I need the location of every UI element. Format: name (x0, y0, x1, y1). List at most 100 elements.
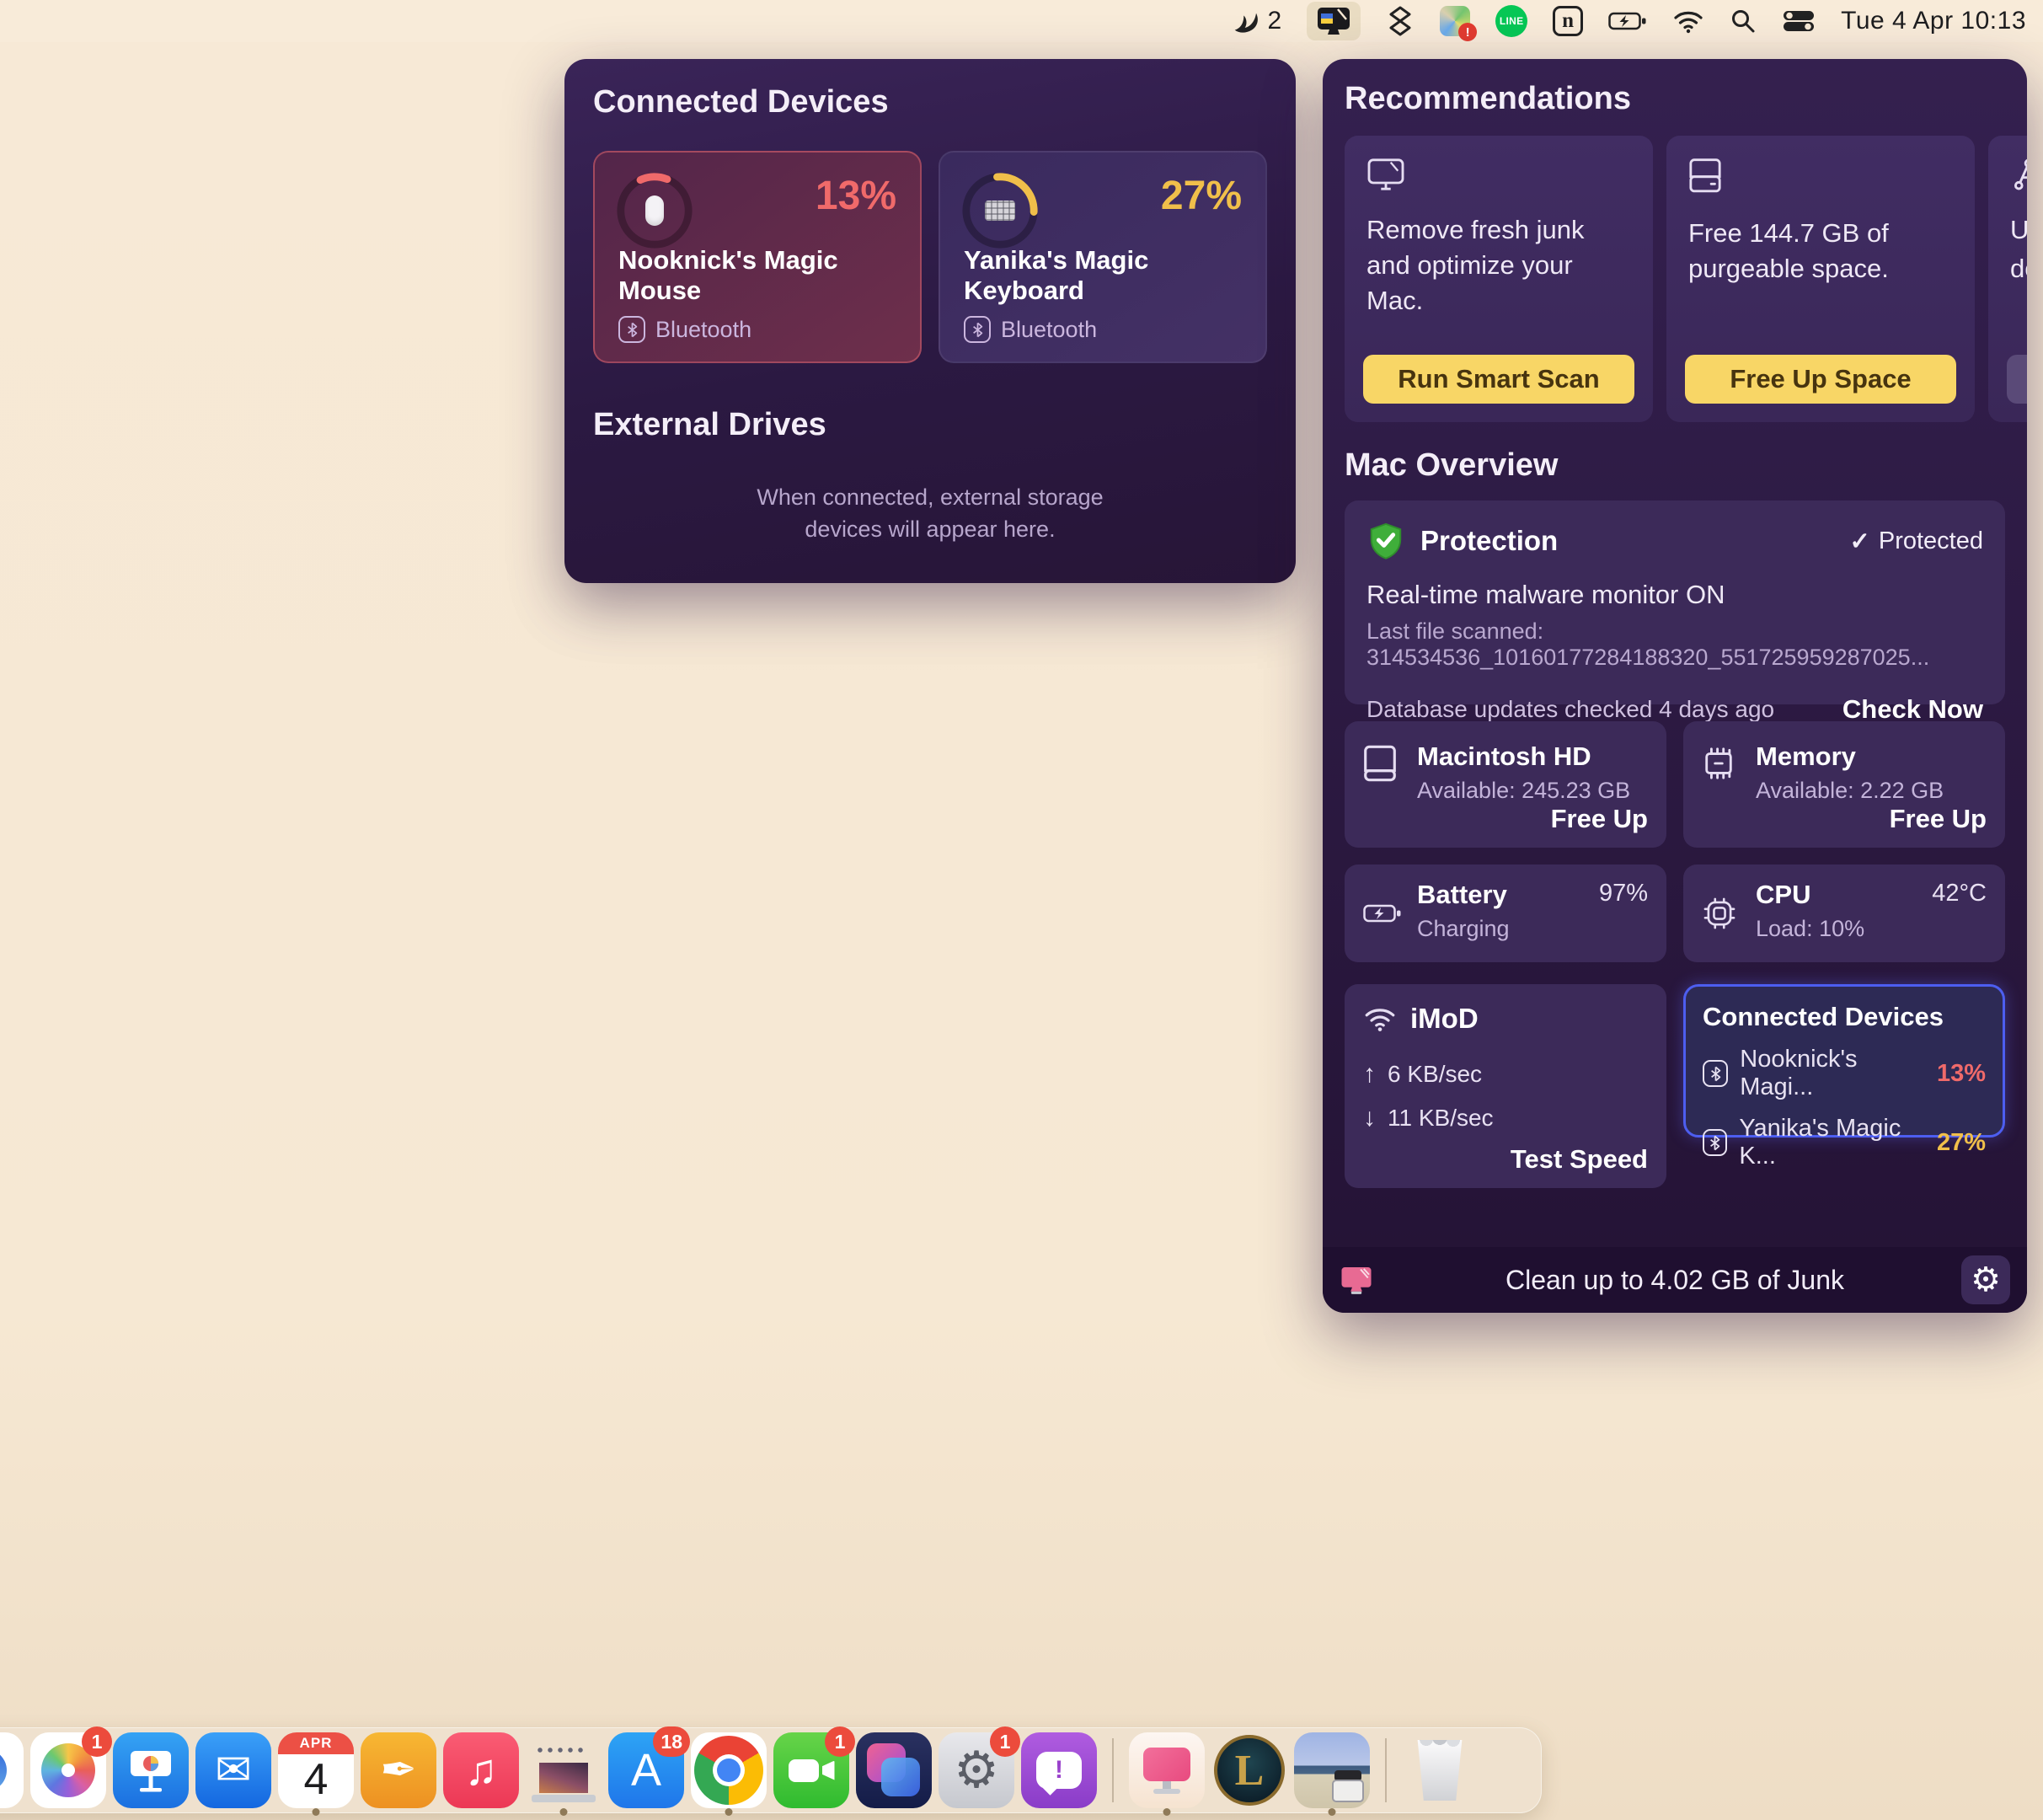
test-speed-button[interactable]: Test Speed (1511, 1144, 1648, 1175)
maps-menu-extra[interactable]: ! (1440, 6, 1470, 36)
device-card-keyboard[interactable]: 27% Yanika's Magic Keyboard Bluetooth (939, 151, 1267, 363)
device-card-mouse[interactable]: 13% Nooknick's Magic Mouse Bluetooth (593, 151, 922, 363)
notification-badge: 1 (82, 1726, 112, 1757)
bluetooth-icon (964, 316, 991, 343)
dock-item-preview[interactable] (1294, 1732, 1370, 1808)
cleanmymac-menu-extra[interactable] (1307, 2, 1361, 40)
rec-card-text-line: Uni (2010, 212, 2027, 248)
tile-subtitle: Available: 2.22 GB (1756, 778, 1987, 804)
menu-bar: 2 ! LINE n (0, 0, 2043, 42)
dock-item-facetime[interactable]: 1 (773, 1732, 849, 1808)
battery-charging-icon (1363, 902, 1402, 925)
dock-item-shortcuts[interactable] (856, 1732, 932, 1808)
memory-chip-icon (1702, 745, 1735, 782)
dock-item-system-settings[interactable]: ⚙ 1 (939, 1732, 1014, 1808)
dock-item-mail[interactable]: ✉ (195, 1732, 271, 1808)
cpu-tile[interactable]: CPU Load: 10% 42°C (1683, 864, 2005, 962)
dock-item-cleanmymac[interactable] (1129, 1732, 1205, 1808)
dock-item-tips[interactable]: ! (1021, 1732, 1097, 1808)
junk-summary[interactable]: Clean up to 4.02 GB of Junk (1323, 1265, 2027, 1296)
dock-item-pages[interactable]: ✒ (361, 1732, 436, 1808)
protection-card: Protection ✓ Protected Real-time malware… (1345, 500, 2005, 704)
trash-full-icon (1415, 1740, 1465, 1801)
battery-menu-item[interactable] (1608, 10, 1647, 32)
tile-title: Connected Devices (1703, 1002, 1986, 1032)
notification-badge: 1 (990, 1726, 1020, 1757)
notion-icon: n (1553, 6, 1583, 36)
menu-clock[interactable]: Tue 4 Apr 10:13 (1841, 7, 2026, 35)
dock-item-photos[interactable]: 1 (30, 1732, 106, 1808)
music-note-glyph: ♫ (465, 1745, 498, 1796)
bluetooth-icon (1703, 1060, 1728, 1087)
dock-item-chrome[interactable] (691, 1732, 767, 1808)
external-drives-title: External Drives (593, 407, 1267, 443)
rec-card-smart-scan: Remove fresh junk and optimize your Mac.… (1345, 136, 1653, 422)
connected-devices-panel: Connected Devices 13% Nooknick's Magic M… (564, 59, 1296, 583)
dock-item-calendar[interactable]: APR 4 (278, 1732, 354, 1808)
tile-subtitle: Available: 245.23 GB (1417, 778, 1648, 804)
protection-header: Protection ✓ Protected (1366, 521, 1983, 561)
chrome-icon (691, 1732, 767, 1808)
ink-jar-glyph (1332, 1770, 1364, 1802)
envelope-glyph: ✉ (215, 1745, 252, 1796)
line-menu-extra[interactable]: LINE (1495, 5, 1527, 37)
free-up-disk-button[interactable]: Free Up (1551, 804, 1648, 834)
run-smart-scan-button[interactable]: Run Smart Scan (1363, 355, 1634, 404)
macintosh-hd-tile[interactable]: Macintosh HD Available: 245.23 GB Free U… (1345, 721, 1666, 848)
dock-item-leaf-app[interactable] (0, 1732, 24, 1808)
wifi-menu-item[interactable] (1672, 8, 1704, 34)
dock-item-trash[interactable] (1402, 1732, 1478, 1808)
device-row: Yanika's Magic K... 27% (1703, 1115, 1986, 1170)
rec-card-text: Free 144.7 GB of purgeable space. (1688, 216, 1953, 286)
dock-item-image-capture[interactable] (526, 1732, 602, 1808)
check-now-button[interactable]: Check Now (1842, 694, 1983, 725)
connected-devices-tile-highlighted[interactable]: Connected Devices Nooknick's Magi... 13% (1683, 984, 2005, 1138)
battery-tile[interactable]: Battery Charging 97% (1345, 864, 1666, 962)
tile-subtitle: Charging (1417, 916, 1648, 942)
hard-drive-icon (1363, 745, 1397, 782)
bird-count: 2 (1267, 7, 1281, 35)
external-drives-empty-text: When connected, external storage devices… (749, 482, 1111, 546)
device-name: Yanika's Magic Keyboard (964, 245, 1265, 306)
cleanmymac-icon (1129, 1732, 1205, 1808)
control-center-menu-item[interactable] (1782, 9, 1816, 33)
dock-item-music[interactable]: ♫ (443, 1732, 519, 1808)
magic-mouse-icon (645, 195, 664, 226)
battery-charging-icon (1608, 10, 1647, 32)
bluetooth-icon (618, 316, 645, 343)
settings-gear-button[interactable]: ⚙ (1961, 1255, 2010, 1304)
running-indicator (1163, 1808, 1171, 1816)
memory-tile[interactable]: Memory Available: 2.22 GB Free Up (1683, 721, 2005, 848)
free-up-space-button[interactable]: Free Up Space (1685, 355, 1956, 404)
protection-status: ✓ Protected (1850, 527, 1983, 556)
notion-menu-extra[interactable]: n (1553, 6, 1583, 36)
network-tile[interactable]: iMoD ↑ 6 KB/sec ↓ 11 KB/sec Test Speed (1345, 984, 1666, 1188)
database-row: Database updates checked 4 days ago Chec… (1366, 694, 1983, 725)
rec-card-free-space: Free 144.7 GB of purgeable space. Free U… (1666, 136, 1975, 422)
bird-menu-extra[interactable]: 2 (1230, 7, 1281, 35)
mail-icon: ✉ (195, 1732, 271, 1808)
device-cards: 13% Nooknick's Magic Mouse Bluetooth (593, 151, 1267, 363)
clipped-button[interactable] (2007, 355, 2027, 404)
connection-row: Bluetooth (618, 316, 751, 343)
pages-icon: ✒ (361, 1732, 436, 1808)
bluetooth-icon (1703, 1129, 1727, 1156)
battery-percent-value: 97% (1599, 880, 1648, 907)
connection-label: Bluetooth (655, 317, 751, 343)
wifi-icon (1363, 1005, 1397, 1032)
layers-icon (1386, 5, 1415, 37)
upload-arrow-icon: ↑ (1363, 1060, 1376, 1089)
dock-item-app-store[interactable]: A 18 (608, 1732, 684, 1808)
dock-item-keynote[interactable] (113, 1732, 189, 1808)
pen-glyph: ✒ (380, 1745, 417, 1796)
spotlight-menu-item[interactable] (1730, 8, 1757, 35)
free-up-memory-button[interactable]: Free Up (1890, 804, 1987, 834)
layers-menu-extra[interactable] (1386, 5, 1415, 37)
line-icon: LINE (1495, 5, 1527, 37)
tile-title: Macintosh HD (1417, 741, 1648, 772)
rec-card-uninstall-clipped: Uni dor (1988, 136, 2027, 422)
panel-footer: Clean up to 4.02 GB of Junk ⚙ (1323, 1247, 2027, 1313)
calendar-month: APR (278, 1732, 354, 1754)
device-name: Nooknick's Magic Mouse (618, 245, 920, 306)
dock-item-league-of-legends[interactable]: L (1211, 1732, 1287, 1808)
